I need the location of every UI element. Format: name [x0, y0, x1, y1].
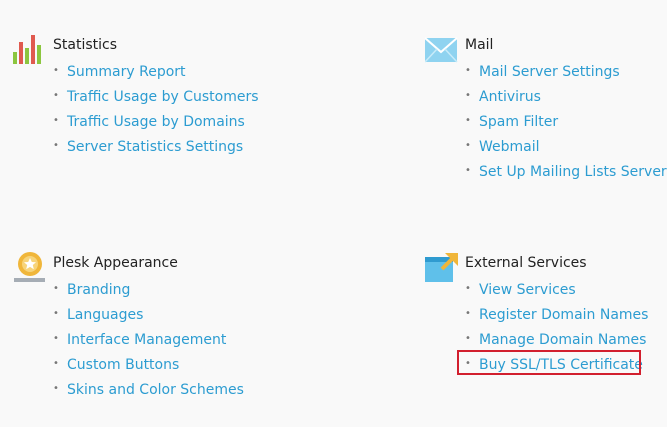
envelope-icon — [425, 37, 458, 63]
list-item: Branding — [53, 276, 244, 301]
link-list: Mail Server Settings Antivirus Spam Filt… — [465, 58, 667, 183]
list-item: Antivirus — [465, 83, 667, 108]
link-skins-and-color-schemes[interactable]: Skins and Color Schemes — [67, 382, 244, 398]
section-title: Plesk Appearance — [53, 255, 178, 271]
link-list: Branding Languages Interface Management … — [53, 276, 244, 401]
list-item: Summary Report — [53, 58, 259, 83]
link-list: Summary Report Traffic Usage by Customer… — [53, 58, 259, 158]
list-item: Traffic Usage by Customers — [53, 83, 259, 108]
link-register-domain-names[interactable]: Register Domain Names — [479, 307, 648, 323]
link-interface-management[interactable]: Interface Management — [67, 332, 226, 348]
list-item: Spam Filter — [465, 108, 667, 133]
link-manage-domain-names[interactable]: Manage Domain Names — [479, 332, 646, 348]
section-title: External Services — [465, 255, 587, 271]
list-item: Server Statistics Settings — [53, 133, 259, 158]
list-item: Manage Domain Names — [465, 326, 648, 351]
section-title: Mail — [465, 37, 494, 53]
link-view-services[interactable]: View Services — [479, 282, 576, 298]
list-item: Skins and Color Schemes — [53, 376, 244, 401]
link-set-up-mailing-lists-server[interactable]: Set Up Mailing Lists Server — [479, 164, 667, 180]
link-custom-buttons[interactable]: Custom Buttons — [67, 357, 179, 373]
link-server-statistics-settings[interactable]: Server Statistics Settings — [67, 139, 243, 155]
list-item: Languages — [53, 301, 244, 326]
list-item: Traffic Usage by Domains — [53, 108, 259, 133]
list-item: View Services — [465, 276, 648, 301]
list-item: Set Up Mailing Lists Server — [465, 158, 667, 183]
link-languages[interactable]: Languages — [67, 307, 143, 323]
link-antivirus[interactable]: Antivirus — [479, 89, 541, 105]
list-item: Webmail — [465, 133, 667, 158]
link-spam-filter[interactable]: Spam Filter — [479, 114, 558, 130]
link-traffic-usage-by-domains[interactable]: Traffic Usage by Domains — [67, 114, 245, 130]
list-item: Mail Server Settings — [465, 58, 667, 83]
external-window-icon — [425, 253, 458, 282]
section-title: Statistics — [53, 37, 117, 53]
list-item: Custom Buttons — [53, 351, 244, 376]
link-branding[interactable]: Branding — [67, 282, 130, 298]
list-item: Register Domain Names — [465, 301, 648, 326]
link-traffic-usage-by-customers[interactable]: Traffic Usage by Customers — [67, 89, 259, 105]
link-webmail[interactable]: Webmail — [479, 139, 540, 155]
list-item: Interface Management — [53, 326, 244, 351]
badge-star-icon — [14, 252, 45, 282]
highlight-box — [457, 350, 641, 375]
link-summary-report[interactable]: Summary Report — [67, 64, 186, 80]
bar-chart-icon — [13, 35, 41, 64]
link-mail-server-settings[interactable]: Mail Server Settings — [479, 64, 620, 80]
